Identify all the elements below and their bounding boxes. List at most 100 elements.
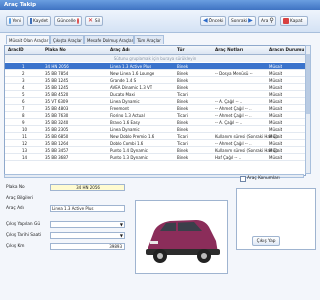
table-row[interactable]: 9 35 BB 3240 Bravo 1.6 Easy Binek -- A. Çağı… [5, 119, 305, 126]
update-icon [76, 18, 79, 24]
table-cell: 13 [22, 147, 28, 153]
tab-available[interactable]: Müsait Olan Araçlar [6, 35, 50, 44]
close-icon [283, 18, 289, 24]
exit-button[interactable]: Çıkış Yap [252, 236, 280, 246]
table-row[interactable]: 6 35 VT 6309 Linea Dynamic Binek -- A. Çağıl… [5, 98, 305, 105]
table-cell: 34 HN 2056 [45, 63, 69, 69]
table-cell: Punto 1.3 Dynamic [110, 154, 148, 160]
table-cell: Müsait [269, 126, 283, 132]
table-cell: Müsait [269, 112, 283, 118]
table-row[interactable]: 8 35 BB 7630 Fiorino 1.3 Actual Ticari -- Ah… [5, 112, 305, 119]
column-header[interactable]: AracID [8, 47, 24, 52]
exit-km-field[interactable]: 39893 [50, 243, 125, 250]
tab-distance-full[interactable]: Mesafe Dolmuş Araçlar [84, 35, 134, 44]
table-row[interactable]: 14 35 BB 3687 Punto 1.3 Dynamic Binek Haf Ça… [5, 154, 305, 161]
table-cell: 35 BB 3687 [45, 154, 69, 160]
column-header[interactable]: Araç Notları [215, 47, 243, 52]
column-header[interactable]: Aracın Durumu [269, 47, 304, 52]
next-button[interactable]: Sonraki ▶ [228, 16, 256, 26]
column-header[interactable]: Araç Adı [110, 47, 130, 52]
table-cell: Müsait [269, 119, 283, 125]
table-row[interactable]: 7 35 BB 4803 Freemont Binek -- Ahmet Çağıl -… [5, 105, 305, 112]
table-cell: Müsait [269, 154, 283, 160]
table-cell: 35 BB 2305 [45, 126, 69, 132]
table-cell: 35 BB 4520 [45, 91, 69, 97]
table-cell: Müsait [269, 105, 283, 111]
grid-header: AracID Plaka No Araç Adı Tür Araç Notlar… [5, 46, 305, 55]
table-row[interactable]: 13 35 BB 3457 Punto 1.4 Dynamic Binek Kullan… [5, 147, 305, 154]
table-cell: 35 VT 6309 [45, 98, 68, 104]
table-cell: Freemont [110, 105, 129, 111]
vehicle-name-field[interactable]: Linea 1.3 Active Plus [50, 205, 125, 212]
delete-button[interactable]: ✕ Sil [85, 16, 103, 26]
exit-date-picker[interactable]: ▼ [50, 221, 125, 228]
table-cell: Binek [177, 154, 189, 160]
chevron-down-icon: ▼ [119, 222, 123, 227]
table-row[interactable]: 12 35 BB 1264 Doblo Combi 1.6 Ticari -- Ahme… [5, 140, 305, 147]
table-cell: 8 [22, 112, 25, 118]
new-button[interactable]: Yeni [6, 16, 24, 26]
table-cell: Ticari [177, 140, 188, 146]
plate-field[interactable]: 34 HN 2056 [50, 184, 125, 191]
vehicle-photo [135, 200, 228, 274]
exit-time-label: Çıkış Tarihi Saati [6, 233, 42, 238]
table-cell: Binek [177, 63, 189, 69]
table-row[interactable]: 2 35 BB 7854 New Linea 1.6 Lounge Binek -- D… [5, 70, 305, 77]
table-row[interactable]: 1 34 HN 2056 Linea 1.3 Active Plus Binek Müs… [5, 63, 305, 70]
table-cell: Doblo Combi 1.6 [110, 140, 144, 146]
save-button[interactable]: Kaydet [27, 16, 51, 26]
table-cell: 35 BB 1264 [45, 140, 69, 146]
previous-icon: ◀ [203, 17, 208, 24]
table-cell: 9 [22, 119, 25, 125]
table-cell: New Linea 1.6 Lounge [110, 70, 155, 76]
table-cell: Binek [177, 126, 189, 132]
close-button[interactable]: Kapat [280, 16, 308, 26]
next-icon: ▶ [248, 17, 253, 24]
table-cell: 11 [22, 133, 28, 139]
table-cell: 12 [22, 140, 28, 146]
table-cell: New Doblo Premio 1.6 [110, 133, 155, 139]
table-cell: Müsait [269, 84, 283, 90]
name-label: Araç Adı [6, 206, 24, 211]
table-cell: 35 BB 1245 [45, 84, 69, 90]
table-cell: 1 [22, 63, 25, 69]
table-row[interactable]: 3 35 BB 1245 Grande 1.4 S Binek Müsait [5, 77, 305, 84]
tab-all-vehicles[interactable]: Tüm Araçlar [134, 35, 164, 44]
table-cell: Punto 1.4 Dynamic [110, 147, 148, 153]
previous-button[interactable]: ◀ Önceki [200, 16, 226, 26]
update-button[interactable]: Güncelle [54, 16, 82, 26]
table-cell: 5 [22, 91, 25, 97]
vertical-scrollbar[interactable] [305, 45, 311, 174]
exit-km-label: Çıkış Km [6, 244, 25, 249]
search-button[interactable]: Ara ⚲ [258, 16, 276, 26]
table-cell: 35 BB 1245 [45, 77, 69, 83]
table-row[interactable]: 10 35 BB 2305 Linea Dynamic Binek Müsait [5, 126, 305, 133]
plate-label: Plaka No [6, 185, 25, 190]
table-cell: Müsait [269, 147, 283, 153]
table-cell: Ticari [177, 112, 188, 118]
group-by-panel[interactable]: Sütunu gruplamak için buraya sürükleyin [5, 55, 305, 62]
table-cell: Binek [177, 98, 189, 104]
exit-time-picker[interactable]: ▼ [50, 232, 125, 239]
table-cell: Binek [177, 147, 189, 153]
vehicle-location-checkbox[interactable] [240, 176, 246, 182]
table-cell: 35 BB 6850 [45, 133, 69, 139]
tab-checked-out[interactable]: Çıkışta Araçlar [50, 35, 84, 44]
column-header[interactable]: Plaka No [45, 47, 66, 52]
table-cell: Binek [177, 119, 189, 125]
table-row[interactable]: 5 35 BB 4520 Ducato Maxi Ticari Müsait [5, 91, 305, 98]
table-cell: Linea Dynamic [110, 126, 140, 132]
table-row[interactable]: 11 35 BB 6850 New Doblo Premio 1.6 Ticari Ku… [5, 133, 305, 140]
table-cell: Linea 1.3 Active Plus [110, 63, 152, 69]
table-cell: Binek [177, 84, 189, 90]
column-header[interactable]: Tür [177, 47, 185, 52]
vehicle-grid[interactable]: AracID Plaka No Araç Adı Tür Araç Notlar… [4, 45, 306, 176]
window-title: Araç Takip [4, 2, 37, 8]
table-cell: Grande 1.4 S [110, 77, 137, 83]
table-cell: 35 BB 3457 [45, 147, 69, 153]
table-cell: Müsait [269, 91, 283, 97]
table-cell: 35 BB 7854 [45, 70, 69, 76]
scroll-thumb[interactable] [306, 54, 310, 114]
table-cell: 2 [22, 70, 25, 76]
table-row[interactable]: 4 35 BB 1245 AVEA Dinamic 1.3 VT Binek Müsai… [5, 84, 305, 91]
